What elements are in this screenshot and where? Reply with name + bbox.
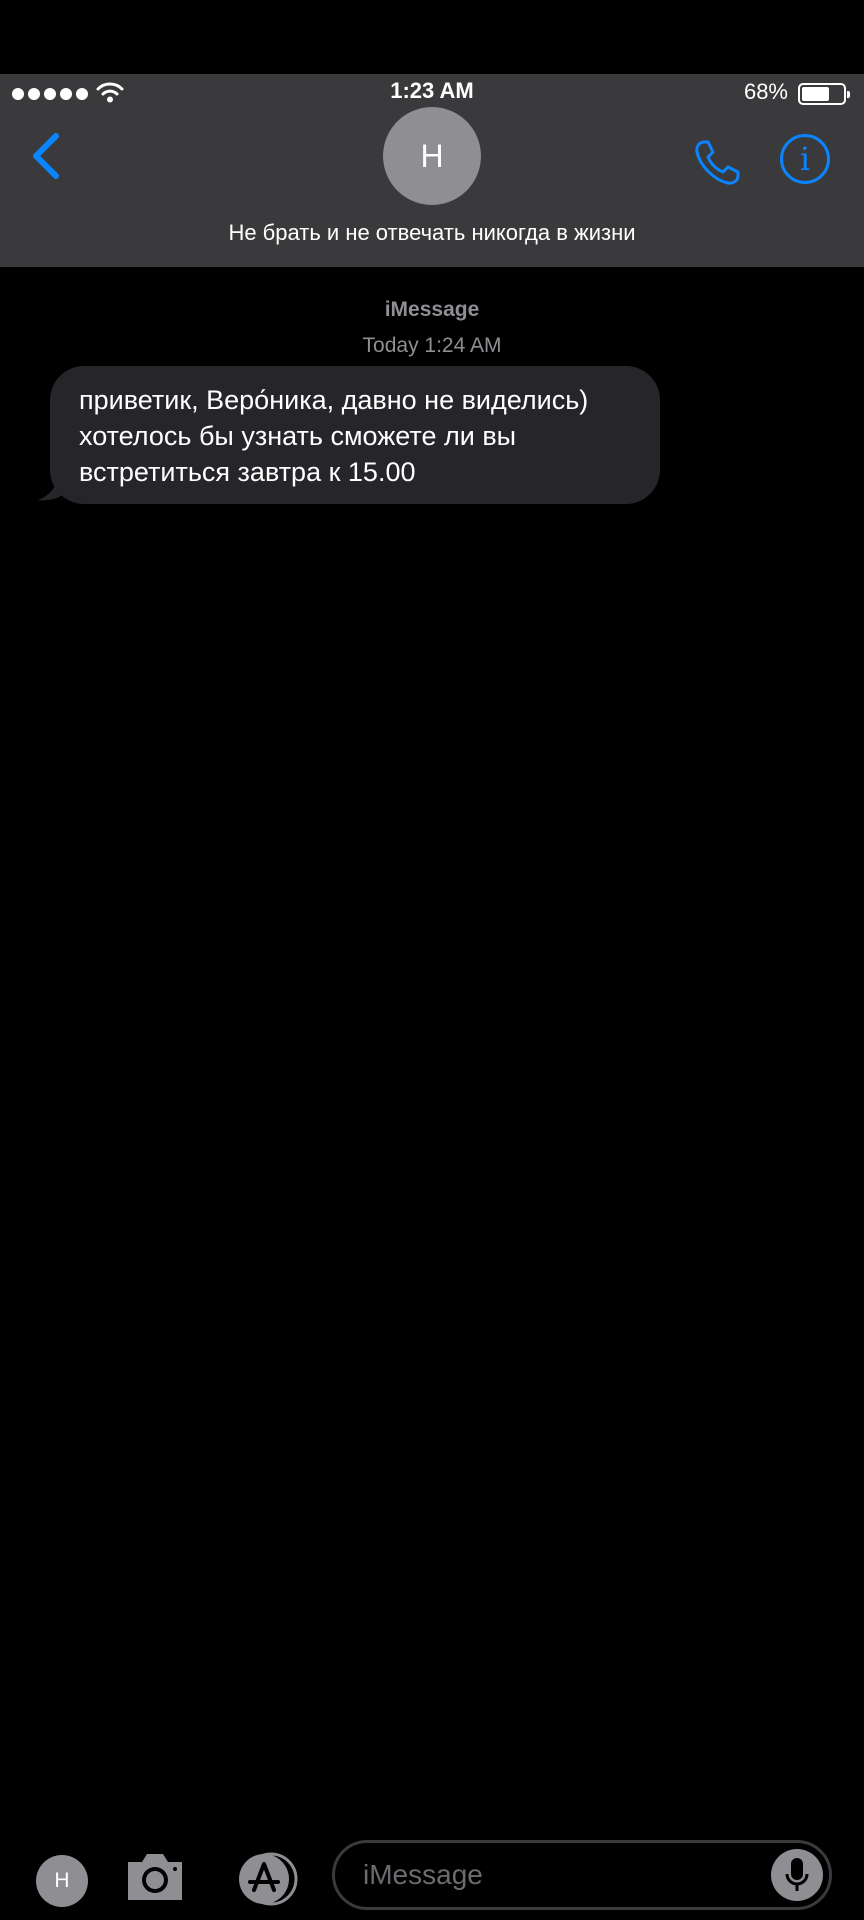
- app-store-icon[interactable]: [226, 1852, 300, 1906]
- battery-percent: 68%: [743, 79, 788, 104]
- conversation-header: 1:23 AM 68% Н Не брать и не отвечать ник…: [0, 74, 864, 267]
- incoming-message-bubble[interactable]: приветик, Веро́ника, давно не виделись) …: [50, 366, 660, 504]
- info-icon[interactable]: i: [780, 134, 830, 184]
- compose-bar: Н: [0, 1820, 864, 1920]
- message-input-field[interactable]: [332, 1840, 832, 1910]
- status-time: 1:23 AM: [390, 78, 474, 103]
- message-input[interactable]: [363, 1853, 743, 1897]
- camera-icon[interactable]: [124, 1850, 186, 1904]
- battery-icon: [798, 83, 850, 105]
- compose-avatar[interactable]: Н: [36, 1855, 88, 1907]
- contact-name[interactable]: Не брать и не отвечать никогда в жизни: [0, 220, 864, 246]
- battery-fill: [802, 87, 829, 101]
- battery-nub: [847, 91, 850, 98]
- phone-icon[interactable]: [690, 136, 744, 190]
- service-label: iMessage: [384, 298, 480, 321]
- contact-avatar[interactable]: Н: [383, 107, 481, 205]
- chevron-left-icon[interactable]: [26, 130, 66, 182]
- message-timestamp: Today 1:24 AM: [362, 334, 502, 357]
- status-bar: 1:23 AM 68%: [0, 74, 864, 110]
- microphone-glyph: [785, 1858, 809, 1891]
- messages-screen: 1:23 AM 68% Н Не брать и не отвечать ник…: [0, 0, 864, 1920]
- microphone-icon[interactable]: [771, 1849, 823, 1901]
